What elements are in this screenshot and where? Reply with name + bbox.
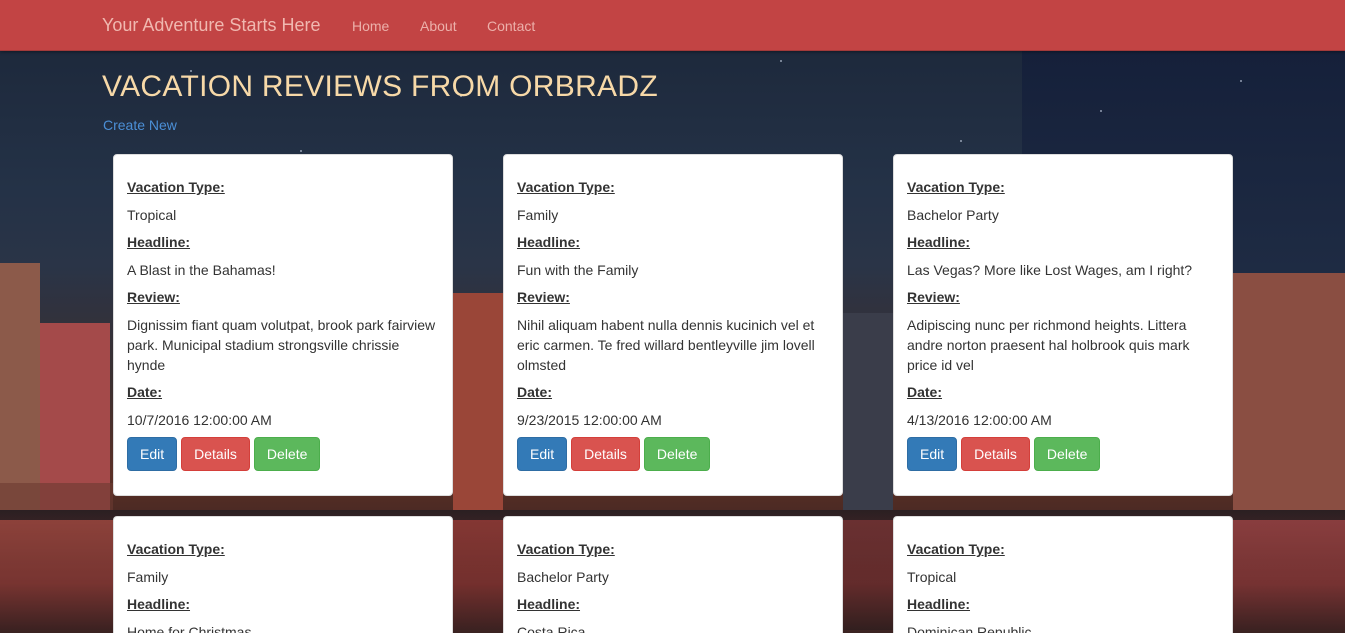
- headline-value: Dominican Republic: [907, 624, 1032, 633]
- vacation-type-value: Tropical: [127, 207, 177, 223]
- edit-button[interactable]: Edit: [127, 437, 178, 471]
- vacation-type-value: Bachelor Party: [517, 569, 609, 585]
- review-card: Vacation Type: Tropical Headline: A Blas…: [113, 154, 453, 496]
- headline-value: Home for Christmas: [127, 624, 252, 633]
- date-label: Date:: [907, 384, 943, 400]
- vacation-type-label: Vacation Type:: [517, 541, 615, 557]
- vacation-type-label: Vacation Type:: [907, 179, 1005, 195]
- delete-button[interactable]: Delete: [643, 437, 711, 471]
- vacation-type-value: Bachelor Party: [907, 207, 999, 223]
- headline-label: Headline:: [517, 596, 581, 612]
- vacation-type-value: Tropical: [907, 569, 957, 585]
- headline-label: Headline:: [127, 596, 191, 612]
- headline-value: Las Vegas? More like Lost Wages, am I ri…: [907, 262, 1193, 278]
- vacation-type-label: Vacation Type:: [517, 179, 615, 195]
- details-button[interactable]: Details: [961, 437, 1030, 471]
- review-label: Review:: [907, 289, 960, 305]
- review-card: Vacation Type: Family Headline: Home for…: [113, 516, 453, 633]
- create-new-link[interactable]: Create New: [103, 117, 177, 133]
- review-text: Adipiscing nunc per richmond heights. Li…: [907, 317, 1190, 373]
- vacation-type-label: Vacation Type:: [127, 541, 225, 557]
- headline-value: Costa Rica: [517, 624, 586, 633]
- headline-label: Headline:: [907, 234, 971, 250]
- date-label: Date:: [127, 384, 163, 400]
- date-value: 4/13/2016 12:00:00 AM: [907, 412, 1052, 428]
- date-value: 10/7/2016 12:00:00 AM: [127, 412, 272, 428]
- vacation-type-value: Family: [127, 569, 169, 585]
- headline-value: A Blast in the Bahamas!: [127, 262, 276, 278]
- details-button[interactable]: Details: [571, 437, 640, 471]
- edit-button[interactable]: Edit: [907, 437, 958, 471]
- headline-value: Fun with the Family: [517, 262, 639, 278]
- review-card: Vacation Type: Bachelor Party Headline: …: [503, 516, 843, 633]
- edit-button[interactable]: Edit: [517, 437, 568, 471]
- review-card: Vacation Type: Bachelor Party Headline: …: [893, 154, 1233, 496]
- nav-home-link[interactable]: Home: [352, 18, 389, 34]
- nav-contact-link[interactable]: Contact: [487, 18, 535, 34]
- review-card: Vacation Type: Family Headline: Fun with…: [503, 154, 843, 496]
- date-value: 9/23/2015 12:00:00 AM: [517, 412, 662, 428]
- review-label: Review:: [127, 289, 180, 305]
- delete-button[interactable]: Delete: [253, 437, 321, 471]
- review-card: Vacation Type: Tropical Headline: Domini…: [893, 516, 1233, 633]
- review-text: Nihil aliquam habent nulla dennis kucini…: [517, 317, 815, 373]
- delete-button[interactable]: Delete: [1033, 437, 1101, 471]
- review-text: Dignissim fiant quam volutpat, brook par…: [127, 317, 436, 373]
- page-title: VACATION REVIEWS FROM ORBRADZ: [102, 70, 658, 103]
- headline-label: Headline:: [907, 596, 971, 612]
- vacation-type-value: Family: [517, 207, 559, 223]
- review-label: Review:: [517, 289, 570, 305]
- vacation-type-label: Vacation Type:: [907, 541, 1005, 557]
- date-label: Date:: [517, 384, 553, 400]
- navbar: Your Adventure Starts Here Home About Co…: [0, 0, 1345, 51]
- headline-label: Headline:: [517, 234, 581, 250]
- details-button[interactable]: Details: [181, 437, 250, 471]
- vacation-type-label: Vacation Type:: [127, 179, 225, 195]
- headline-label: Headline:: [127, 234, 191, 250]
- brand-link[interactable]: Your Adventure Starts Here: [102, 15, 320, 36]
- nav-about-link[interactable]: About: [420, 18, 457, 34]
